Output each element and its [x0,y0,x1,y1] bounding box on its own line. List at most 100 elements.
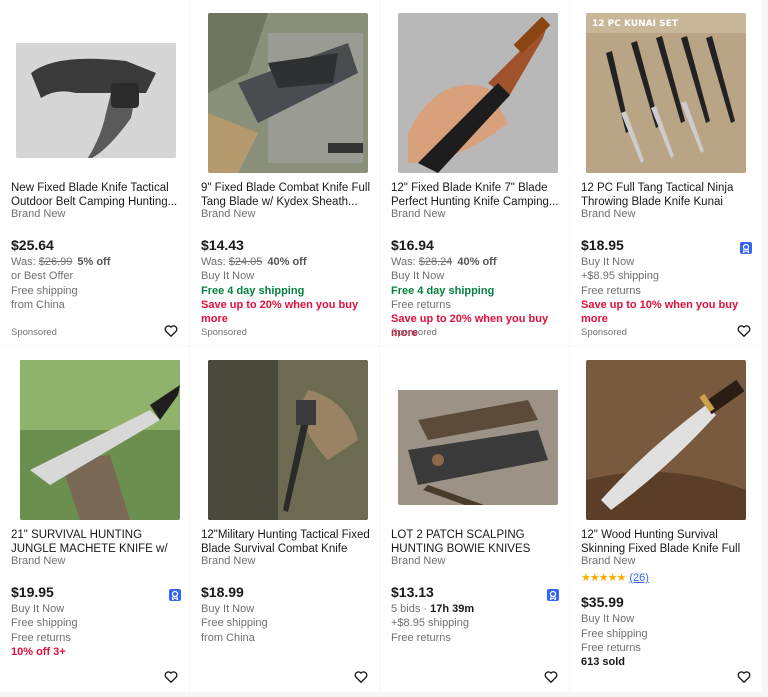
listing-details: $13.13 5 bids · 17h 39m +$8.95 shipping … [391,583,566,645]
buy-it-now: Buy It Now [581,613,635,626]
listing-price: $13.13 [391,584,434,600]
review-count[interactable]: (26) [629,572,649,584]
image-caption: 12 PC KUNAI SET [592,19,679,29]
listing-details: $25.64 Was: $26.99 5% off or Best Offer F… [11,236,186,312]
listing-condition: Brand New [201,555,256,567]
was-price-row: Was: $28.24 40% off [391,255,566,269]
free-returns: Free returns [581,641,641,654]
listing-card[interactable]: 12" Wood Hunting Survival Skinning Fixed… [570,347,762,692]
location: from China [201,631,255,644]
free-returns: Free returns [11,631,71,644]
shipping: +$8.95 shipping [581,270,659,283]
listing-title[interactable]: 12"Military Hunting Tactical Fixed Blade… [201,528,371,556]
separator: · [420,603,431,615]
heart-icon[interactable] [164,324,178,338]
buy-it-now: Buy It Now [201,270,255,283]
shipping: Free shipping [11,284,78,297]
sponsored-label: Sponsored [11,327,57,338]
listing-price: $25.64 [11,237,54,253]
was-price-row: Was: $24.05 40% off [201,255,376,269]
listing-card[interactable]: 21" SURVIVAL HUNTING JUNGLE MACHETE KNIF… [0,347,189,692]
free-returns: Free returns [391,631,451,644]
listing-image[interactable]: 12 PC KUNAI SET [586,13,746,173]
listing-condition: Brand New [581,555,636,567]
listing-image[interactable] [208,360,368,520]
listing-price: $35.99 [581,594,624,611]
listing-condition: Brand New [391,208,446,220]
listing-title[interactable]: LOT 2 PATCH SCALPING HUNTING BOWIE KNIVE… [391,528,561,556]
listing-price: $18.95 [581,237,624,253]
listing-title[interactable]: 12" Fixed Blade Knife 7" Blade Perfect H… [391,181,561,209]
listing-title[interactable]: 12 PC Full Tang Tactical Ninja Throwing … [581,181,751,209]
search-results-grid: New Fixed Blade Knife Tactical Outdoor B… [0,0,768,697]
listing-card[interactable]: New Fixed Blade Knife Tactical Outdoor B… [0,0,189,346]
listing-details: $14.43 Was: $24.05 40% off Buy It Now Fre… [201,236,376,326]
was-label: Was: [201,256,229,268]
buy-it-now: Buy It Now [11,603,65,615]
listing-card[interactable]: 9" Fixed Blade Combat Knife Full Tang Bl… [190,0,379,346]
shipping: +$8.95 shipping [391,617,469,630]
listing-image[interactable] [208,13,368,173]
listing-price: $19.95 [11,584,54,600]
listing-image[interactable] [586,360,746,520]
listing-details: ★★★★★ (26) $35.99 Buy It Now Free shippin… [581,571,756,669]
sponsored-label: Sponsored [581,327,627,338]
listing-price: $16.94 [391,237,434,253]
heart-icon[interactable] [164,670,178,684]
buy-it-now: Buy It Now [581,256,635,268]
shipping: Free shipping [581,627,648,640]
was-label: Was: [391,256,419,268]
listing-details: $18.99 Buy It Now Free shipping from Chi… [201,583,376,645]
listing-details: $19.95 Buy It Now Free shipping Free ret… [11,583,186,659]
heart-icon[interactable] [544,670,558,684]
discount: 5% off [77,256,111,268]
listing-title[interactable]: 12" Wood Hunting Survival Skinning Fixed… [581,528,751,556]
auction-row: 5 bids · 17h 39m [391,602,566,616]
sponsored-label: Sponsored [201,327,247,338]
buy-it-now: Buy It Now [391,270,445,283]
listing-image[interactable] [398,375,558,505]
heart-icon[interactable] [737,670,751,684]
discount: 40% off [267,256,307,268]
listing-card[interactable]: LOT 2 PATCH SCALPING HUNTING BOWIE KNIVE… [380,347,569,692]
free-returns: Free returns [391,298,451,311]
promo-text: 10% off 3+ [11,645,66,658]
listing-card[interactable]: 12"Military Hunting Tactical Fixed Blade… [190,347,379,692]
bids: 5 bids [391,603,421,615]
listing-card[interactable]: 12 PC KUNAI SET 12 PC Full Tang Tactical… [570,0,762,346]
listing-image[interactable] [398,13,558,173]
free-returns: Free returns [581,284,641,297]
promo-text: Save up to 20% when you buy more [201,298,359,326]
was-price: $24.05 [228,256,263,268]
sold-count: 613 sold [581,656,626,669]
time-left: 17h 39m [430,603,475,615]
listing-image[interactable] [20,360,180,520]
shipping: Free shipping [11,617,78,630]
fast-shipping: Free 4 day shipping [201,284,305,297]
star-rating-icon: ★★★★★ [581,572,626,584]
listing-price: $18.99 [201,584,244,600]
was-price: $26.99 [38,256,73,268]
listing-card[interactable]: 12" Fixed Blade Knife 7" Blade Perfect H… [380,0,569,346]
listing-image[interactable] [16,28,176,158]
listing-title[interactable]: 9" Fixed Blade Combat Knife Full Tang Bl… [201,181,371,209]
sponsored-label: Sponsored [391,327,437,338]
listing-details: $18.95 Buy It Now +$8.95 shipping Free r… [581,236,756,326]
listing-condition: Brand New [201,208,256,220]
heart-icon[interactable] [354,670,368,684]
heart-icon[interactable] [737,324,751,338]
listing-title[interactable]: New Fixed Blade Knife Tactical Outdoor B… [11,181,181,209]
shipping: Free shipping [201,617,268,630]
rating-row[interactable]: ★★★★★ (26) [581,571,756,585]
location: from China [11,298,65,311]
buy-it-now: Buy It Now [201,603,255,615]
listing-condition: Brand New [11,555,66,567]
promo-text: Save up to 10% when you buy more [581,298,739,326]
listing-title[interactable]: 21" SURVIVAL HUNTING JUNGLE MACHETE KNIF… [11,528,181,556]
best-offer: or Best Offer [11,270,74,283]
listing-condition: Brand New [391,555,446,567]
fast-shipping: Free 4 day shipping [391,284,495,297]
listing-details: $16.94 Was: $28.24 40% off Buy It Now Fre… [391,236,566,341]
was-label: Was: [11,256,39,268]
listing-condition: Brand New [11,208,66,220]
